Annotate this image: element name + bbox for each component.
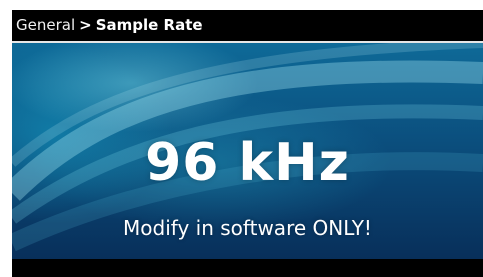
content-panel: 96 kHz Modify in software ONLY! (12, 43, 483, 259)
bottom-bar (12, 259, 483, 277)
breadcrumb-root: General (16, 16, 76, 34)
modify-warning-message: Modify in software ONLY! (123, 216, 372, 240)
title-bar: General > Sample Rate (12, 10, 483, 41)
device-display: General > Sample Rate 96 kHz Modify in sof… (12, 10, 483, 277)
breadcrumb-current: Sample Rate (95, 16, 203, 34)
sample-rate-value: 96 kHz (145, 133, 350, 193)
breadcrumb-separator: > (79, 16, 92, 34)
